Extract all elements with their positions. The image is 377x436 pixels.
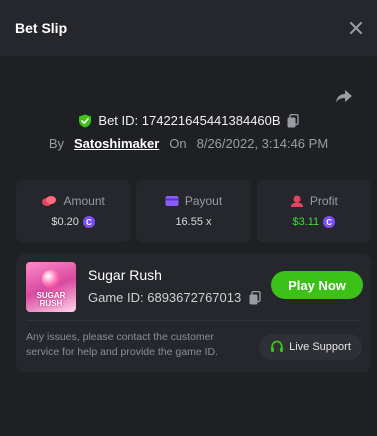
modal-header: Bet Slip xyxy=(0,0,377,56)
amount-value: $0.20 xyxy=(51,216,79,228)
copy-game-id-button[interactable] xyxy=(249,290,261,305)
candy-icon xyxy=(42,270,60,288)
headset-icon xyxy=(271,340,284,352)
share-button[interactable] xyxy=(334,86,354,106)
stat-amount: Amount $0.20 C xyxy=(16,180,131,242)
payout-value: 16.55 x xyxy=(175,216,212,228)
shield-check-icon xyxy=(79,114,92,127)
share-icon xyxy=(336,90,352,103)
amount-label: Amount xyxy=(63,194,105,208)
stats-row: Amount $0.20 C Payout 16.55 x Profit $3.… xyxy=(16,180,371,242)
copy-icon xyxy=(287,113,299,127)
profit-icon xyxy=(290,195,303,207)
modal-title: Bet Slip xyxy=(15,20,68,36)
game-thumbnail[interactable]: SUGAR RUSH xyxy=(26,262,76,312)
close-icon xyxy=(350,22,362,34)
card-icon xyxy=(165,196,179,206)
bet-slip-modal: Bet Slip Bet ID: 174221645441384460B By … xyxy=(0,0,377,436)
by-label: By xyxy=(48,136,64,151)
support-note: Any issues, please contact the customer … xyxy=(26,331,219,358)
close-button[interactable] xyxy=(345,17,367,39)
author-row: By Satoshimaker On 8/26/2022, 3:14:46 PM xyxy=(0,136,377,151)
stat-profit: Profit $3.11 C xyxy=(256,180,371,242)
live-support-label: Live Support xyxy=(289,341,351,353)
divider xyxy=(26,320,361,321)
copy-bet-id-button[interactable] xyxy=(287,113,299,128)
payout-label: Payout xyxy=(184,194,223,208)
profit-label: Profit xyxy=(309,194,338,208)
bet-id-text: Bet ID: 174221645441384460B xyxy=(98,113,281,128)
game-thumbnail-logo: SUGAR RUSH xyxy=(36,291,66,308)
coins-icon xyxy=(42,196,57,206)
bet-date: 8/26/2022, 3:14:46 PM xyxy=(196,136,329,151)
game-id: Game ID: 6893672767013 xyxy=(88,290,242,305)
play-now-button[interactable]: Play Now xyxy=(271,271,363,299)
username-link[interactable]: Satoshimaker xyxy=(74,136,159,151)
copy-icon xyxy=(249,290,261,304)
on-label: On xyxy=(169,136,187,151)
game-id-row: Game ID: 6893672767013 xyxy=(88,290,261,305)
game-card: SUGAR RUSH Sugar Rush Game ID: 689367276… xyxy=(16,254,371,372)
game-name: Sugar Rush xyxy=(88,267,162,283)
stat-payout: Payout 16.55 x xyxy=(136,180,251,242)
coin-icon: C xyxy=(323,216,336,228)
live-support-button[interactable]: Live Support xyxy=(259,334,362,360)
coin-icon: C xyxy=(82,216,95,228)
bet-id-row: Bet ID: 174221645441384460B xyxy=(0,113,377,128)
profit-value: $3.11 xyxy=(292,216,320,228)
